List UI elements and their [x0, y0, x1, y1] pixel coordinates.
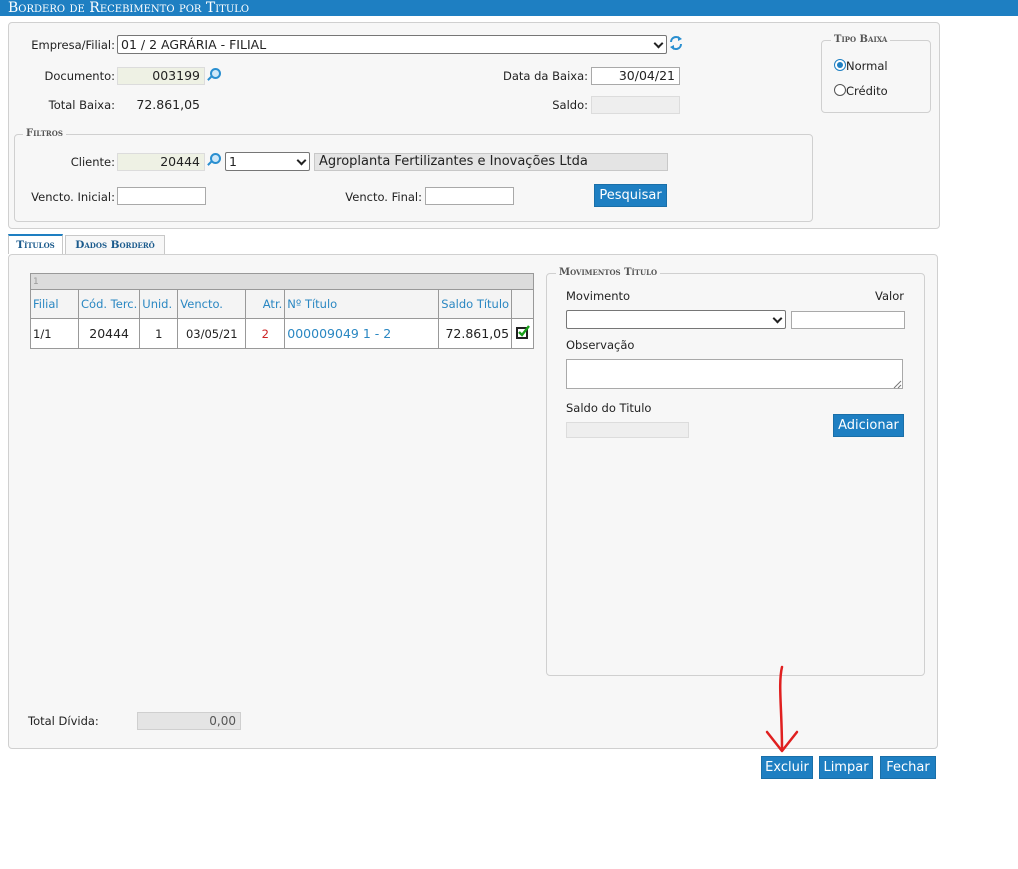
cliente-search-icon[interactable] — [206, 153, 221, 170]
tipo-baixa-fieldset — [821, 40, 931, 113]
tipo-baixa-legend: Tipo Baixa — [831, 34, 891, 45]
titulos-grid: 1 Filial Cód. Terc. Unid. Vencto. Atr. N… — [29, 273, 535, 349]
cliente-select-value: 1 — [229, 154, 237, 169]
filtros-fieldset — [14, 134, 813, 222]
radio-normal[interactable]: Normal — [834, 59, 888, 73]
fechar-button[interactable]: Fechar — [880, 756, 936, 779]
documento-label: Documento: — [44, 69, 116, 83]
chevron-down-icon — [296, 155, 307, 166]
refresh-icon[interactable] — [669, 35, 683, 51]
valor-field[interactable] — [791, 311, 905, 329]
saldo-label: Saldo: — [552, 98, 588, 112]
cliente-label: Cliente: — [70, 155, 115, 169]
window-title: Bordero de Recebimento por Titulo — [0, 0, 1018, 16]
annotation-arrow-icon — [765, 665, 799, 753]
cell-num-titulo[interactable]: 000009049 1 - 2 — [284, 318, 440, 349]
titulos-table: 1 Filial Cód. Terc. Unid. Vencto. Atr. N… — [29, 273, 535, 349]
data-baixa-field[interactable]: 30/04/21 — [591, 67, 680, 85]
total-baixa-field: 72.861,05 — [117, 96, 205, 114]
tab-titulos[interactable]: Títulos — [8, 234, 63, 254]
saldo-field — [591, 96, 680, 114]
radio-credito-indicator[interactable] — [834, 84, 846, 96]
movimentos-fieldset — [546, 273, 925, 676]
vencto-inicial-field[interactable] — [117, 187, 206, 205]
chevron-down-icon — [772, 313, 783, 324]
total-divida-field: 0,00 — [137, 712, 241, 730]
col-num-titulo[interactable]: Nº Título — [284, 289, 440, 319]
cell-saldo: 72.861,05 — [438, 318, 513, 349]
col-filial[interactable]: Filial — [30, 289, 79, 319]
saldo-titulo-label: Saldo do Titulo — [566, 401, 652, 415]
radio-normal-indicator[interactable] — [834, 59, 846, 71]
cell-atr: 2 — [245, 318, 286, 349]
grid-header-row: Filial Cód. Terc. Unid. Vencto. Atr. Nº … — [30, 289, 535, 319]
total-baixa-label: Total Baixa: — [48, 98, 115, 112]
limpar-button[interactable]: Limpar — [819, 756, 873, 779]
cell-cod-terc: 20444 — [77, 318, 141, 349]
col-saldo-titulo[interactable]: Saldo Título — [438, 289, 513, 319]
vencto-final-field[interactable] — [425, 187, 514, 205]
table-row[interactable]: 1/1 20444 1 03/05/21 2 000009049 1 - 2 7… — [30, 318, 535, 349]
observacao-textarea[interactable] — [566, 359, 903, 389]
col-atr[interactable]: Atr. — [245, 289, 286, 319]
movimento-label: Movimento — [566, 289, 631, 303]
textarea-resize-icon[interactable] — [892, 378, 902, 389]
radio-credito[interactable]: Crédito — [834, 84, 888, 98]
col-vencto[interactable]: Vencto. — [177, 289, 247, 319]
tab-dados-bordero[interactable]: Dados Borderô — [65, 235, 165, 254]
col-unid[interactable]: Unid. — [139, 289, 179, 319]
excluir-button[interactable]: Excluir — [761, 756, 813, 779]
checkbox-checked-icon[interactable] — [515, 325, 530, 339]
radio-credito-label: Crédito — [846, 84, 888, 98]
saldo-titulo-field — [566, 422, 689, 438]
data-baixa-label: Data da Baixa: — [503, 69, 588, 83]
radio-normal-label: Normal — [846, 59, 888, 73]
search-icon — [206, 68, 221, 82]
cell-vencto: 03/05/21 — [177, 318, 247, 349]
grid-page-indicator: 1 — [29, 273, 535, 290]
movimentos-legend: Movimentos Título — [556, 267, 661, 278]
cliente-select[interactable]: 1 — [225, 152, 310, 171]
cliente-name-field: Agroplanta Fertilizantes e Inovações Ltd… — [314, 153, 668, 171]
empresa-label: Empresa/Filial: — [31, 38, 115, 52]
col-cod-terc[interactable]: Cód. Terc. — [77, 289, 141, 319]
search-icon — [206, 153, 221, 167]
documento-search-icon[interactable] — [206, 68, 221, 85]
cliente-code-field[interactable]: 20444 — [117, 153, 205, 171]
documento-field[interactable]: 003199 — [117, 67, 205, 85]
vencto-final-label: Vencto. Final: — [345, 190, 422, 204]
cell-unid: 1 — [139, 318, 179, 349]
empresa-select-value: 01 / 2 AGRÁRIA - FILIAL — [121, 37, 267, 52]
observacao-label: Observação — [566, 338, 635, 352]
col-select — [511, 289, 535, 319]
chevron-down-icon — [653, 38, 664, 49]
filtros-legend: Filtros — [23, 128, 66, 139]
cell-select[interactable] — [511, 318, 535, 349]
empresa-select[interactable]: 01 / 2 AGRÁRIA - FILIAL — [117, 35, 667, 54]
adicionar-button[interactable]: Adicionar — [833, 414, 904, 437]
cell-filial: 1/1 — [30, 318, 79, 349]
valor-label: Valor — [875, 289, 904, 303]
movimento-select[interactable] — [566, 310, 786, 329]
total-divida-label: Total Dívida: — [28, 714, 99, 728]
vencto-inicial-label: Vencto. Inicial: — [31, 190, 115, 204]
pesquisar-button[interactable]: Pesquisar — [594, 184, 667, 207]
